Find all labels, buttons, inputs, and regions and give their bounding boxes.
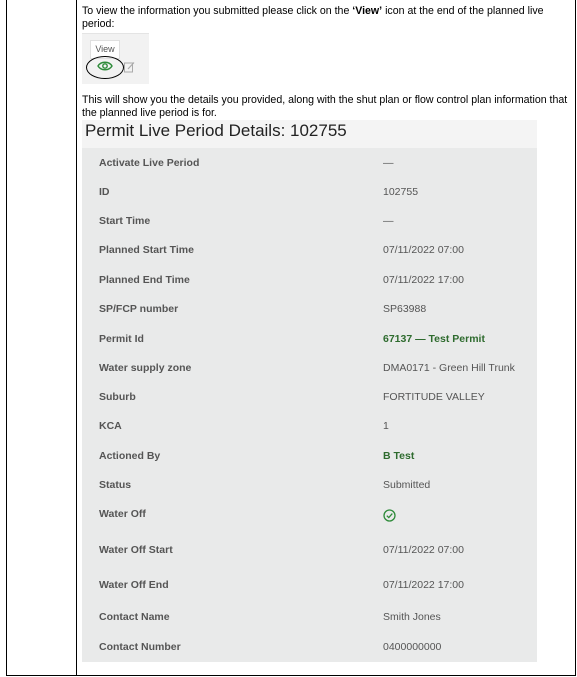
field-value: 102755: [383, 186, 419, 198]
field-value: Smith Jones: [383, 611, 441, 623]
field-value: 1: [383, 420, 389, 432]
field-label: Suburb: [99, 391, 136, 403]
field-value: 07/11/2022 07:00: [383, 544, 464, 556]
field-value: SP63988: [383, 303, 427, 315]
field-value: 07/11/2022 17:00: [383, 274, 464, 286]
field-label: Contact Number: [99, 641, 181, 653]
field-value: Submitted: [383, 479, 431, 491]
panel-title: Permit Live Period Details: 102755: [85, 121, 347, 140]
field-value: 07/11/2022 17:00: [383, 579, 464, 591]
permit-details-panel: Permit Live Period Details: 102755 Activ…: [82, 120, 537, 662]
permit-id-link[interactable]: 67137 — Test Permit: [383, 333, 485, 345]
field-label: Water Off: [99, 508, 146, 520]
table-border-divider: [76, 0, 77, 675]
field-label: ID: [99, 186, 110, 198]
field-label: Planned End Time: [99, 274, 190, 286]
intro-text-start: To view the information you submitted pl…: [82, 5, 353, 17]
field-label: Permit Id: [99, 333, 144, 345]
check-circle-icon: [383, 509, 396, 522]
table-border-right: [575, 0, 576, 675]
description-text: This will show you the details you provi…: [82, 94, 568, 119]
intro-text-bold: ‘View’: [352, 5, 383, 17]
table-border-left: [6, 0, 7, 675]
eye-icon[interactable]: [97, 60, 113, 72]
view-icon-screenshot: View: [82, 33, 149, 84]
field-value: FORTITUDE VALLEY: [383, 391, 485, 403]
actioned-by-link[interactable]: B Test: [383, 450, 414, 462]
field-label: Water supply zone: [99, 362, 192, 374]
field-label: Water Off Start: [99, 544, 173, 556]
field-value: —: [383, 157, 394, 169]
field-label: Actioned By: [99, 450, 161, 462]
panel-header: Permit Live Period Details: 102755: [82, 120, 537, 148]
field-label: Contact Name: [99, 611, 170, 623]
field-label: SP/FCP number: [99, 303, 179, 315]
field-label: Planned Start Time: [99, 244, 194, 256]
field-value: —: [383, 215, 394, 227]
field-value: DMA0171 - Green Hill Trunk: [383, 362, 515, 374]
field-label: Activate Live Period: [99, 157, 200, 169]
table-border-bottom: [6, 675, 576, 676]
field-label: Water Off End: [99, 579, 169, 591]
field-value: 0400000000: [383, 641, 442, 653]
edit-icon[interactable]: [124, 61, 135, 73]
field-label: KCA: [99, 420, 122, 432]
field-value: 07/11/2022 07:00: [383, 244, 464, 256]
intro-text: To view the information you submitted pl…: [82, 5, 572, 31]
field-label: Status: [99, 479, 132, 491]
field-label: Start Time: [99, 215, 151, 227]
